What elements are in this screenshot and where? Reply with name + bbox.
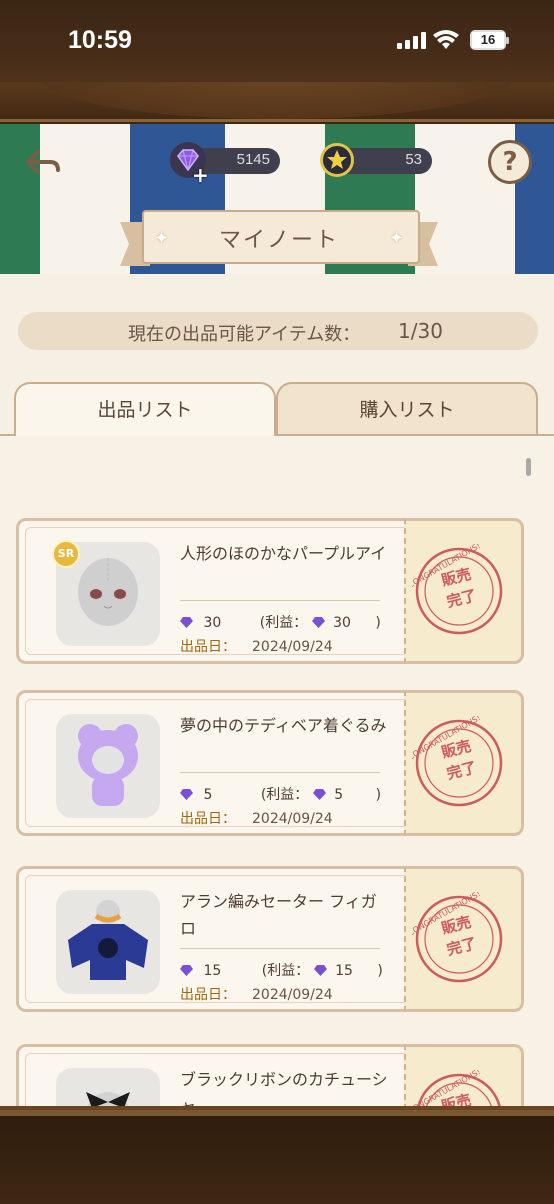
date-label: 出品日：: [180, 811, 236, 827]
gem-icon: [180, 617, 193, 628]
item-price: 30: [203, 615, 222, 631]
item-profit: 5: [334, 787, 344, 803]
gem-icon: [311, 617, 325, 628]
profit-close: ): [375, 615, 381, 631]
item-price: 5: [203, 787, 213, 803]
rarity-badge: SR: [52, 540, 80, 568]
item-name: 人形のほのかなパープルアイ: [180, 544, 387, 563]
item-name: 夢の中のテディベア着ぐるみ: [180, 716, 387, 735]
gem-icon: [313, 965, 327, 976]
listing-count-label: 現在の出品可能アイテム数：: [128, 324, 361, 345]
page-title: マイノート: [218, 228, 339, 253]
listing-date: 2024/09/24: [252, 987, 333, 1003]
tab-purchases[interactable]: 購入リスト: [276, 382, 538, 436]
title-banner: ✦ ✦ マイノート: [120, 210, 438, 268]
item-thumbnail: [56, 890, 160, 994]
star-count: 53: [405, 151, 422, 168]
star-coin-icon: [320, 143, 354, 177]
price-row: 5 (利益： 5 ): [180, 784, 381, 804]
profit-close: ): [377, 963, 383, 979]
item-thumbnail: [56, 1068, 160, 1110]
list-item[interactable]: SR 人形のほのかなパープルアイ 30 (利益： 30 ) 出品日： 2024/0…: [16, 518, 524, 664]
list-item[interactable]: ブラックリボンのカチューシャ CONGRATULATIONS! 販売 完了: [16, 1044, 524, 1110]
list-item[interactable]: 夢の中のテディベア着ぐるみ 5 (利益： 5 ) 出品日： 2024/09/24 …: [16, 690, 524, 836]
item-name: アラン編みセーター フィガロ: [180, 892, 377, 938]
signal-icon: [397, 31, 427, 49]
price-row: 30 (利益： 30 ): [180, 612, 381, 632]
profit-label: (利益：: [260, 787, 309, 803]
gem-icon: [180, 789, 193, 800]
price-row: 15 (利益： 15 ): [180, 960, 383, 980]
profit-label: (利益：: [259, 615, 308, 631]
back-arrow-icon[interactable]: [20, 140, 64, 184]
item-price: 15: [203, 963, 222, 979]
battery-icon: 16: [470, 30, 509, 50]
item-profit: 30: [333, 615, 351, 631]
add-gems-button[interactable]: +: [192, 163, 209, 187]
tab-listing[interactable]: 出品リスト: [14, 382, 276, 436]
date-row: 出品日： 2024/09/24: [180, 636, 333, 656]
date-row: 出品日： 2024/09/24: [180, 808, 333, 828]
item-name: ブラックリボンのカチューシャ: [180, 1070, 388, 1110]
listing-date: 2024/09/24: [252, 639, 333, 655]
listing-list: SR 人形のほのかなパープルアイ 30 (利益： 30 ) 出品日： 2024/0…: [0, 434, 554, 1110]
date-label: 出品日：: [180, 987, 236, 1003]
list-item[interactable]: アラン編みセーター フィガロ 15 (利益： 15 ) 出品日： 2024/09/…: [16, 866, 524, 1012]
profit-close: ): [375, 787, 382, 803]
battery-level: 16: [472, 32, 504, 48]
gem-icon: [312, 789, 326, 800]
gem-icon: [180, 965, 193, 976]
top-frame: [0, 82, 554, 129]
wifi-icon: [433, 30, 459, 49]
scrollbar[interactable]: [526, 458, 531, 476]
help-button[interactable]: ?: [488, 140, 532, 184]
date-label: 出品日：: [180, 639, 236, 655]
date-row: 出品日： 2024/09/24: [180, 984, 333, 1004]
listing-count-bar: 現在の出品可能アイテム数： 1/30: [18, 312, 538, 350]
item-thumbnail: [56, 714, 160, 818]
item-profit: 15: [335, 963, 353, 979]
status-time: 10:59: [68, 26, 132, 54]
listing-count-value: 1/30: [398, 319, 443, 343]
gem-count: 5145: [236, 151, 270, 168]
profit-label: (利益：: [261, 963, 310, 979]
bottom-frame: [0, 1106, 554, 1204]
listing-date: 2024/09/24: [252, 811, 333, 827]
